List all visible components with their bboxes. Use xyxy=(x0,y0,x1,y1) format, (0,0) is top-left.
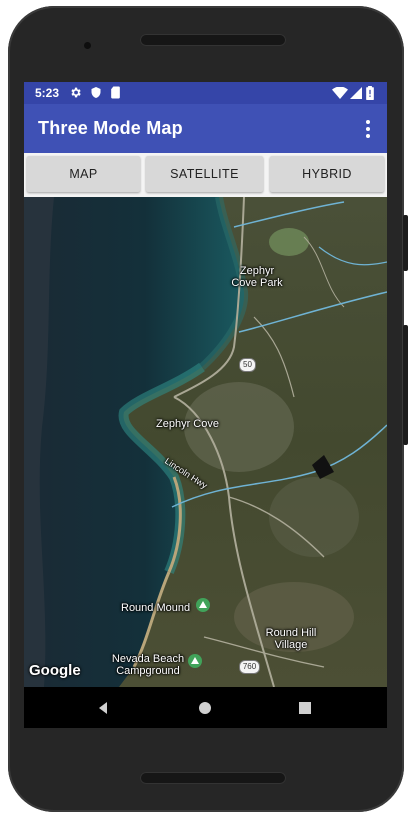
google-attribution: Google xyxy=(29,662,81,679)
label-round-hill-village-text: Round Hill Village xyxy=(265,627,317,651)
volume-button xyxy=(403,215,408,271)
route-shield-50: 50 xyxy=(239,358,256,372)
campground-pin-icon[interactable] xyxy=(196,598,210,612)
gear-icon xyxy=(71,87,81,98)
bottom-speaker xyxy=(140,772,286,784)
label-round-hill-village: Round Hill Village xyxy=(256,627,326,651)
battery-icon xyxy=(366,86,374,100)
app-bar: Three Mode Map xyxy=(24,104,387,153)
status-bar: 5:23 xyxy=(24,82,387,104)
label-zephyr-cove-park: Zephyr Cove Park xyxy=(229,265,285,289)
screen: 5:23 Three Mode Map MAP SATELLITE HYBRID… xyxy=(24,82,387,728)
route-shield-760: 760 xyxy=(239,660,260,674)
nav-bar xyxy=(24,687,387,728)
recents-icon[interactable] xyxy=(296,699,314,717)
label-zephyr-cove-park-text: Zephyr Cove Park xyxy=(231,265,283,289)
tent-icon xyxy=(191,657,199,664)
hybrid-button[interactable]: HYBRID xyxy=(270,156,384,192)
home-icon[interactable] xyxy=(196,699,214,717)
campground-pin-icon[interactable] xyxy=(188,654,202,668)
label-nevada-beach: Nevada Beach Campground xyxy=(108,653,188,677)
label-zephyr-cove: Zephyr Cove xyxy=(156,418,219,430)
status-time: 5:23 xyxy=(35,86,60,100)
map-button[interactable]: MAP xyxy=(27,156,140,192)
map-type-toolbar: MAP SATELLITE HYBRID xyxy=(24,153,387,197)
satellite-imagery xyxy=(24,197,387,687)
label-round-mound: Round Mound xyxy=(121,602,191,614)
front-camera xyxy=(84,42,91,49)
back-icon[interactable] xyxy=(94,699,112,717)
wifi-icon xyxy=(332,87,348,99)
label-nevada-beach-text: Nevada Beach Campground xyxy=(111,653,185,677)
top-speaker xyxy=(140,34,286,46)
power-button xyxy=(403,325,408,445)
shield-icon xyxy=(91,87,101,98)
sd-card-icon xyxy=(111,86,120,99)
map-view[interactable]: Zephyr Cove Park Zephyr Cove Lincoln Hwy… xyxy=(24,197,387,687)
signal-icon xyxy=(350,87,362,99)
tent-icon xyxy=(199,601,207,608)
app-title: Three Mode Map xyxy=(38,118,183,138)
more-vert-icon[interactable] xyxy=(361,119,375,139)
satellite-button[interactable]: SATELLITE xyxy=(146,156,263,192)
